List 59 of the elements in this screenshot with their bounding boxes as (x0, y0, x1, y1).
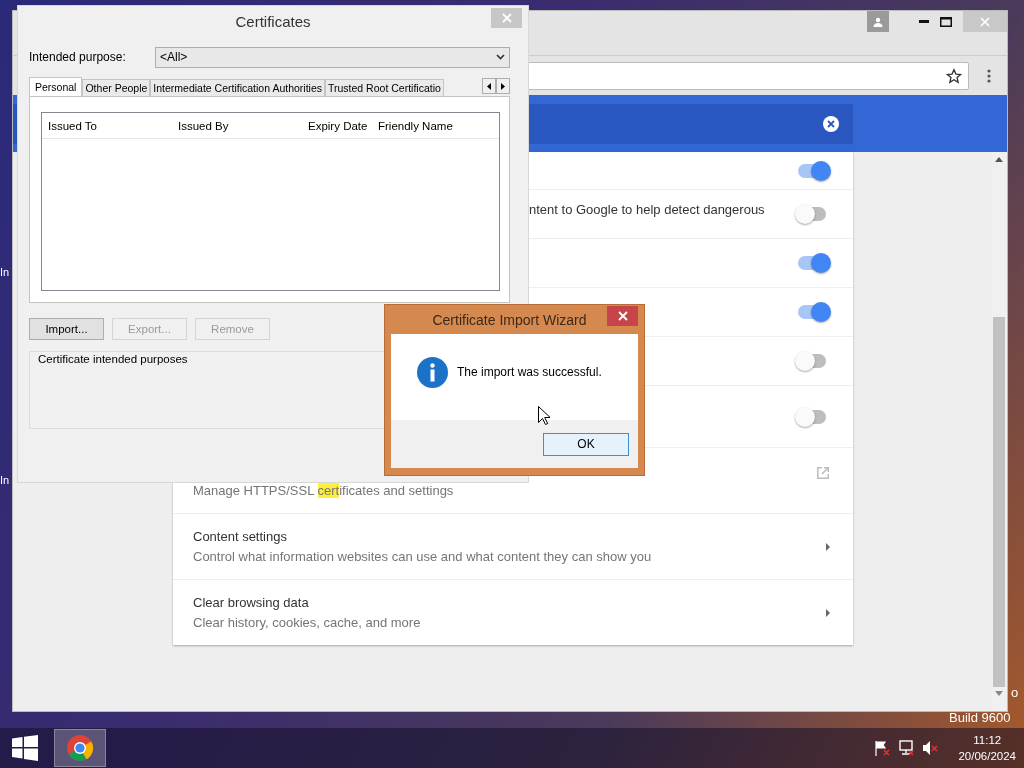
clock-time: 11:12 (973, 733, 1002, 748)
column-header[interactable]: Friendly Name (378, 119, 499, 132)
group-label: Certificate intended purposes (37, 353, 189, 365)
speaker-icon[interactable] (922, 740, 939, 756)
profile-button[interactable] (867, 11, 889, 32)
close-button[interactable] (607, 306, 638, 326)
star-icon[interactable] (946, 67, 962, 84)
certificate-list[interactable]: Issued To Issued By Expiry Date Friendly Name (41, 112, 500, 291)
clock-date: 20/06/2024 (958, 749, 1016, 764)
windows-logo-icon (12, 735, 38, 761)
dialog-message: The import was successful. (457, 365, 602, 379)
tab[interactable]: Intermediate Certification Authorities (150, 79, 325, 96)
column-header[interactable]: Issued To (48, 119, 178, 132)
triangle-right-icon (501, 82, 505, 90)
caret-icon (825, 541, 831, 552)
browser-icon (66, 734, 94, 762)
system-watermark: Build 9600 (949, 710, 1011, 725)
scroll-down-icon[interactable] (995, 691, 1003, 697)
chevron-down-icon (496, 54, 505, 60)
tab[interactable]: Personal (29, 77, 83, 96)
close-icon (980, 16, 990, 27)
dialog-title: Certificate Import Wizard (432, 311, 587, 328)
caret-icon (825, 607, 831, 618)
taskbar-app-button[interactable] (54, 729, 106, 767)
setting-description: Control what information websites can use and what content they can show you (193, 549, 653, 564)
tab[interactable]: Trusted Root Certificatio (325, 79, 444, 96)
close-icon (617, 311, 628, 321)
setting-title: Content settings (193, 529, 288, 544)
setting-description: ntent to Google to help detect dangerous (529, 201, 766, 217)
minimize-icon (919, 20, 929, 23)
dialog-title: Certificates (235, 12, 311, 30)
triangle-left-icon (487, 82, 491, 90)
maximize-icon (940, 16, 952, 27)
clock[interactable]: 11:12 20/06/2024 (958, 732, 1016, 764)
settings-row[interactable]: Clear browsing data Clear history, cookies, cache, and more (173, 579, 853, 645)
clear-icon[interactable] (823, 115, 839, 132)
column-header[interactable]: Expiry Date (308, 119, 378, 132)
setting-title: Clear browsing data (193, 595, 310, 610)
scroll-right-button[interactable] (496, 78, 510, 94)
scroll-left-button[interactable] (482, 78, 496, 94)
settings-row[interactable]: Content settings Control what information websites can use and what content they can show you (173, 513, 853, 579)
network-icon[interactable] (898, 740, 915, 756)
close-icon (501, 13, 512, 23)
setting-description: Clear history, cookies, cache, and more (193, 615, 422, 630)
info-icon (417, 356, 448, 388)
field-label: Intended purpose: (29, 50, 127, 64)
desktop-icon-label[interactable]: In (0, 474, 10, 486)
column-header[interactable]: Issued By (178, 119, 308, 132)
tab[interactable]: Other People (82, 79, 151, 96)
desktop-icon-label[interactable]: In (0, 266, 10, 278)
scroll-up-icon[interactable] (995, 156, 1003, 162)
ok-button[interactable]: OK (543, 432, 629, 456)
menu-icon[interactable] (987, 68, 991, 83)
setting-description: Manage HTTPS/SSL certificates and settings (193, 483, 454, 498)
dialog-button[interactable]: Import... (29, 318, 104, 340)
flag-icon[interactable] (874, 740, 891, 756)
system-watermark: o (1011, 685, 1019, 700)
person-icon (873, 16, 883, 27)
purpose-dropdown[interactable]: <All> (155, 46, 510, 68)
